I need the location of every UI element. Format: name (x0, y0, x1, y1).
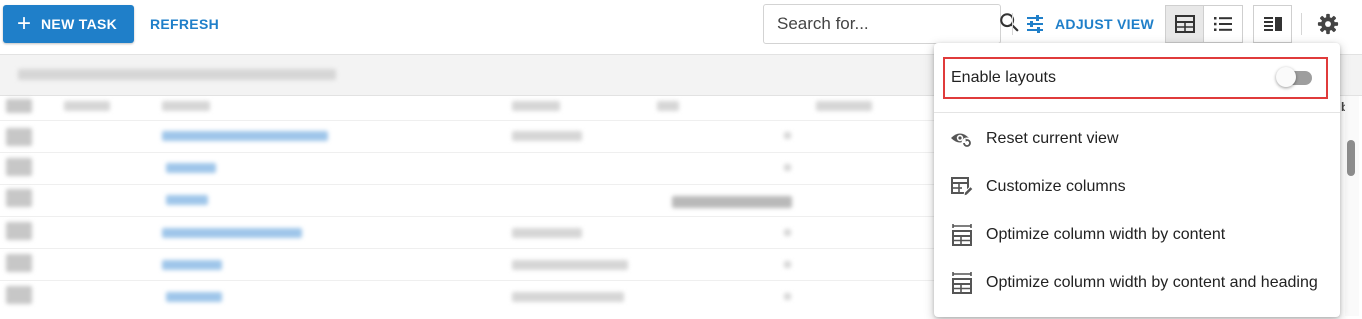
row-checkbox[interactable] (6, 158, 32, 176)
table-row-link[interactable] (166, 292, 222, 302)
row-checkbox[interactable] (6, 254, 32, 272)
menu-item-optimize-width-content-heading[interactable]: Optimize column width by content and hea… (934, 263, 1340, 303)
table-cell (784, 132, 791, 139)
group-header-text (18, 69, 336, 80)
menu-item-label: Customize columns (986, 178, 1126, 195)
row-divider (0, 184, 935, 185)
enable-layouts-row[interactable]: Enable layouts (943, 57, 1328, 99)
list-view-button[interactable] (1204, 5, 1243, 43)
column-header (162, 101, 210, 111)
table-cell (784, 293, 791, 300)
menu-item-label: Optimize column width by content (986, 226, 1226, 243)
table-cell (784, 229, 791, 236)
toggle-knob (1276, 67, 1296, 87)
search-box (763, 4, 1019, 44)
table-cell (512, 260, 628, 270)
row-divider (0, 120, 935, 121)
table-view-icon (1174, 15, 1195, 33)
row-divider (0, 152, 935, 153)
row-divider (0, 248, 935, 249)
gear-icon (1317, 13, 1339, 35)
enable-layouts-toggle[interactable] (1276, 67, 1314, 89)
table-cell (512, 131, 582, 141)
new-task-label: NEW TASK (41, 16, 118, 32)
row-checkbox[interactable] (6, 128, 32, 146)
adjust-view-label: ADJUST VIEW (1055, 16, 1154, 32)
column-header (512, 101, 560, 111)
search-input[interactable] (777, 14, 998, 34)
split-view-button[interactable] (1253, 5, 1292, 43)
enable-layouts-label: Enable layouts (951, 69, 1056, 86)
table-row-link[interactable] (162, 260, 222, 270)
table-cell (784, 261, 791, 268)
table-cell (512, 228, 582, 238)
table-cell (672, 196, 792, 208)
row-checkbox[interactable] (6, 222, 32, 240)
row-checkbox[interactable] (6, 286, 32, 304)
new-task-button[interactable]: + NEW TASK (3, 5, 134, 43)
menu-item-customize-columns[interactable]: Customize columns (934, 167, 1340, 207)
column-width-heading-icon (950, 271, 974, 295)
plus-icon: + (17, 10, 32, 37)
menu-item-reset-view[interactable]: Reset current view (934, 119, 1340, 159)
table-view-button[interactable] (1165, 5, 1204, 43)
reset-view-icon (950, 127, 974, 151)
column-header (64, 101, 110, 111)
table-row-link[interactable] (162, 131, 328, 141)
scrollbar-thumb[interactable] (1347, 140, 1355, 176)
scrollbar-track[interactable] (1345, 96, 1359, 316)
table-row-link[interactable] (166, 195, 208, 205)
table-row-link[interactable] (162, 228, 302, 238)
column-width-icon (950, 223, 974, 247)
menu-item-label: Reset current view (986, 130, 1119, 147)
column-header (657, 101, 679, 111)
row-checkbox[interactable] (6, 189, 32, 207)
column-header (6, 99, 32, 113)
table-cell (784, 164, 791, 171)
toolbar-divider (1012, 13, 1013, 35)
toolbar-divider (1301, 13, 1302, 35)
table-row-link[interactable] (166, 163, 216, 173)
split-view-icon (1263, 17, 1282, 31)
column-header (816, 101, 872, 111)
search-icon[interactable] (998, 11, 1020, 38)
customize-columns-icon (950, 175, 974, 199)
menu-divider (934, 112, 1340, 113)
menu-item-optimize-width-content[interactable]: Optimize column width by content (934, 215, 1340, 255)
settings-button[interactable] (1314, 10, 1342, 38)
refresh-button[interactable]: REFRESH (150, 5, 219, 43)
table-cell (512, 292, 624, 302)
adjust-view-button[interactable]: ADJUST VIEW (1025, 5, 1154, 43)
row-divider (0, 216, 935, 217)
row-divider (0, 280, 935, 281)
adjust-view-menu: Enable layouts Reset current view Custom… (934, 43, 1340, 317)
menu-item-label: Optimize column width by content and hea… (986, 274, 1318, 291)
list-view-icon (1214, 17, 1232, 31)
sliders-icon (1027, 15, 1043, 33)
